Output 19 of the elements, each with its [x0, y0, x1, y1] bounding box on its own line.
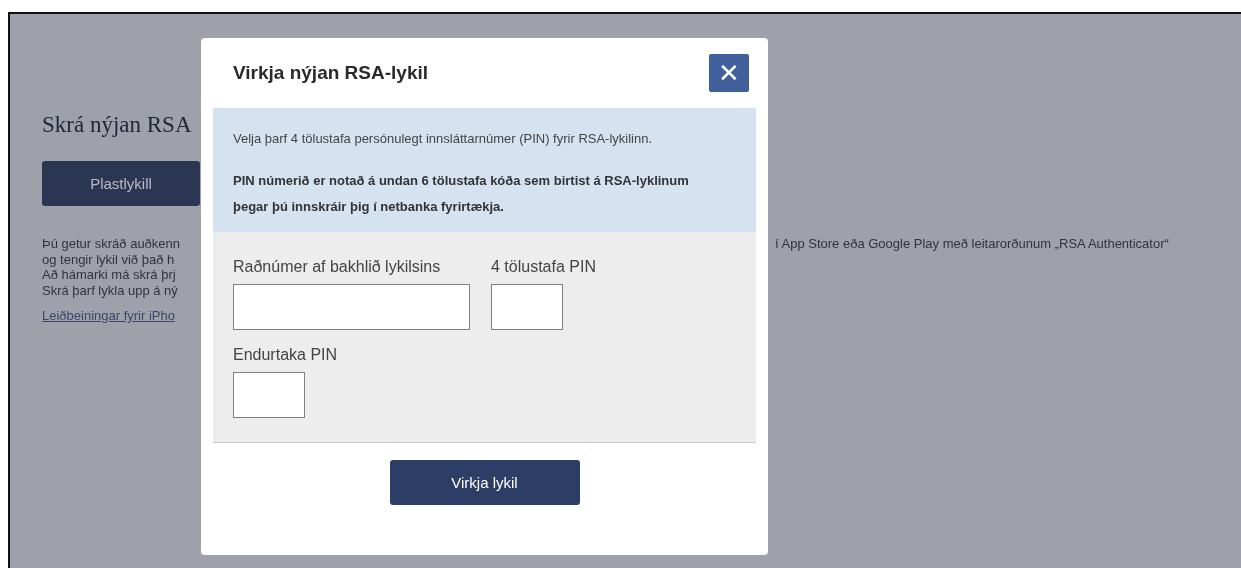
info-text: Velja þarf 4 tölustafa persónulegt innsláttarnúmer (PIN) fyrir RSA-lykilinn. — [233, 130, 654, 148]
field-label: Endurtaka PIN — [233, 346, 338, 364]
paragraph-line: Að hámarki má skrá þrj — [42, 267, 176, 283]
paragraph-line: og tengir lykil við það h — [42, 251, 175, 267]
paragraph-line: Skrá þarf lykla upp á ný — [42, 282, 178, 298]
paragraph-line: Þú getur skráð auðkenn — [42, 236, 181, 252]
close-button[interactable]: ✕ — [709, 54, 749, 92]
plastlykill-button[interactable]: Plastlykill — [42, 161, 200, 206]
input-field[interactable] — [233, 372, 305, 418]
input-field[interactable] — [233, 284, 470, 330]
dialog-title: Virkja nýjan RSA-lykil — [233, 62, 428, 84]
input-field[interactable] — [491, 284, 563, 330]
field-label: Raðnúmer af bakhlið lykilsins — [233, 258, 442, 276]
info-text: PIN númerið er notað á undan 6 tölustafa kóða sem birtist á RSA-lyklinum þegar þú innskráir þig í netbanka fyrirtækja. — [233, 172, 690, 216]
activate-button[interactable]: Virkja lykil — [389, 460, 580, 505]
page-heading: Skrá nýjan RSA — [42, 112, 193, 138]
paragraph-line: í App Store eða Google Play með leitarorðunum „RSA Authenticator“ — [775, 236, 1169, 252]
instructions-link[interactable]: Leiðbeiningar fyrir iPho — [42, 308, 175, 323]
field-label: 4 tölustafa PIN — [491, 258, 596, 276]
